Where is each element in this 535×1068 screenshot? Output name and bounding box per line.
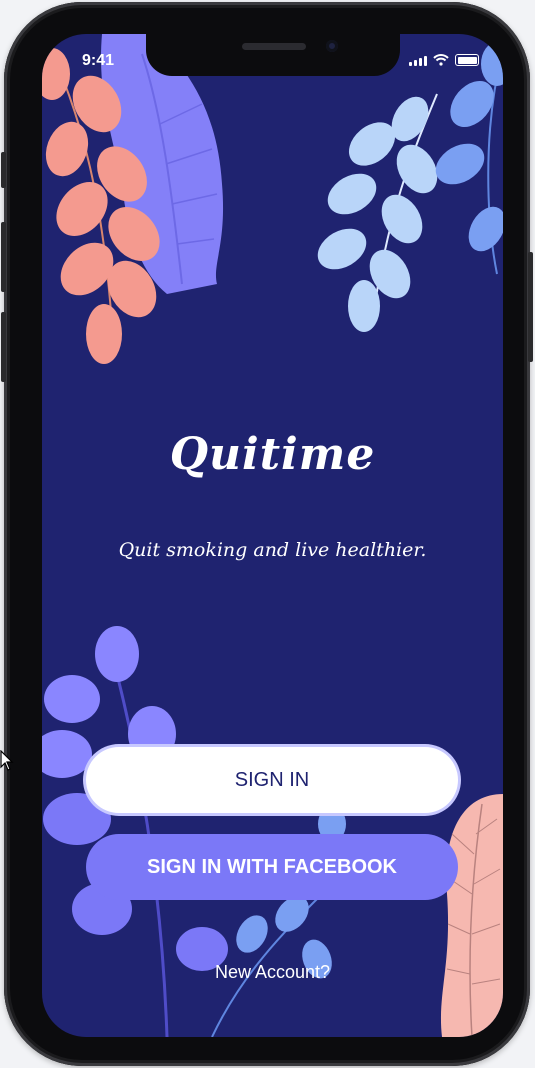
- new-account-link[interactable]: New Account?: [42, 962, 503, 983]
- facebook-sign-in-button[interactable]: SIGN IN WITH FACEBOOK: [86, 834, 458, 900]
- speaker-grille: [242, 43, 306, 50]
- sign-in-button[interactable]: SIGN IN: [86, 747, 458, 813]
- app-tagline: Quit smoking and live healthier.: [118, 539, 427, 561]
- device-notch: [146, 34, 400, 76]
- battery-icon: [455, 54, 479, 66]
- phone-frame: 9:41 Quitime Quit smoking and live healt…: [1, 2, 533, 1066]
- front-camera: [326, 40, 338, 52]
- wifi-icon: [433, 54, 449, 66]
- mouse-cursor-icon: [0, 750, 14, 771]
- volume-down-button: [1, 312, 6, 382]
- signal-icon: [409, 56, 427, 66]
- app-screen: 9:41 Quitime Quit smoking and live healt…: [42, 34, 503, 1037]
- power-button: [528, 252, 533, 362]
- app-title: Quitime: [169, 429, 376, 480]
- mute-switch: [1, 152, 6, 188]
- volume-up-button: [1, 222, 6, 292]
- status-time: 9:41: [82, 52, 115, 69]
- status-icons: [409, 54, 479, 66]
